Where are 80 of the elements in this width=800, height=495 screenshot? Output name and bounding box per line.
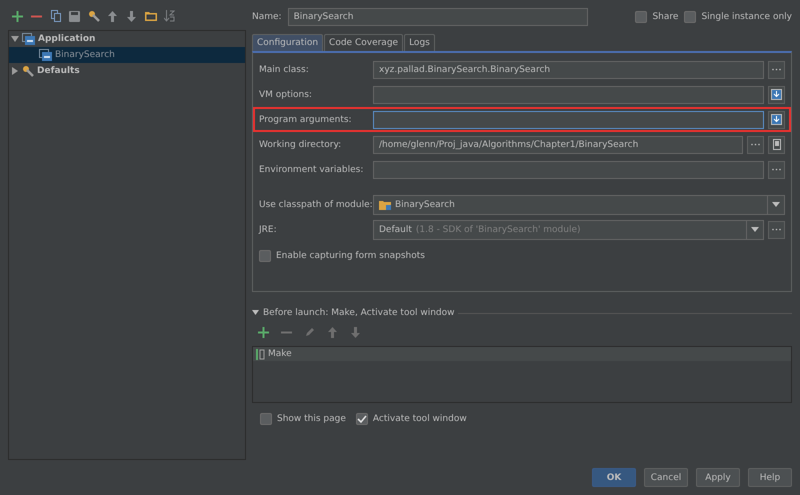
- field-label: Working directory:: [259, 140, 342, 150]
- pencil-icon: [304, 327, 314, 337]
- text-field[interactable]: /home/glenn/Proj_java/Algorithms/Chapter1/BinarySearch: [373, 136, 743, 154]
- collapsed-arrow-icon[interactable]: [11, 67, 19, 75]
- module-folder-icon: [379, 200, 391, 210]
- ellipsis-icon: [772, 228, 781, 231]
- tree-item[interactable]: BinarySearch: [9, 47, 245, 63]
- text-field[interactable]: [373, 110, 764, 128]
- text-field[interactable]: [373, 160, 764, 178]
- arrow-up-icon: [108, 10, 117, 22]
- wrench-icon: [88, 10, 100, 22]
- field-label: Program arguments:: [259, 114, 353, 124]
- ok-button[interactable]: OK: [592, 468, 636, 487]
- document-icon: [772, 139, 780, 150]
- browse-button[interactable]: [768, 220, 785, 238]
- name-field[interactable]: BinarySearch: [288, 8, 588, 26]
- copy-icon: [50, 10, 60, 22]
- name-label: Name:: [252, 12, 282, 22]
- insert-icon: [771, 89, 782, 100]
- copy-button[interactable]: [48, 8, 63, 24]
- sort-button[interactable]: [162, 8, 177, 24]
- save-button[interactable]: [67, 8, 82, 24]
- add-button[interactable]: [10, 8, 25, 24]
- arrow-down-icon: [351, 326, 360, 338]
- add-icon: [258, 326, 269, 338]
- section-title: Before launch: Make, Activate tool window: [263, 308, 454, 318]
- field-label: Use classpath of module:: [259, 200, 373, 210]
- apply-button[interactable]: Apply: [696, 468, 740, 487]
- sort-icon: [164, 10, 175, 22]
- up-button[interactable]: [105, 8, 120, 24]
- browse-button[interactable]: [768, 160, 785, 178]
- tab[interactable]: Logs: [404, 34, 435, 51]
- remove-icon: [281, 330, 292, 334]
- text-field[interactable]: xyz.pallad.BinarySearch.BinarySearch: [373, 60, 764, 78]
- window-icon: [22, 33, 35, 45]
- checkbox[interactable]: Single instance only: [684, 11, 792, 23]
- expand-button[interactable]: [768, 110, 785, 128]
- checkbox[interactable]: Share: [635, 11, 678, 23]
- arrow-up-icon: [328, 326, 337, 338]
- ellipsis-icon: [772, 68, 781, 71]
- tab[interactable]: Configuration: [252, 34, 324, 51]
- arrow-down-icon: [127, 10, 136, 22]
- jre-dropdown[interactable]: Default (1.8 - SDK of 'BinarySearch' module): [373, 220, 764, 240]
- tree-item[interactable]: Defaults: [9, 63, 245, 79]
- expanded-arrow-icon[interactable]: [11, 35, 19, 43]
- checkmark-icon: [356, 414, 367, 424]
- expanded-arrow-icon[interactable]: [252, 310, 259, 316]
- save-icon: [69, 10, 80, 22]
- list-item[interactable]: Make: [253, 347, 791, 361]
- wrench-button[interactable]: [86, 8, 101, 24]
- build-icon: [255, 348, 265, 360]
- field-label: JRE:: [259, 224, 278, 234]
- add-button[interactable]: [256, 324, 271, 340]
- field-label: Main class:: [259, 64, 310, 74]
- down-button[interactable]: [124, 8, 139, 24]
- tab[interactable]: Code Coverage: [324, 34, 404, 51]
- tree-item[interactable]: Application: [9, 31, 245, 47]
- checkbox[interactable]: Activate tool window: [356, 413, 467, 425]
- browse-button[interactable]: [747, 136, 764, 154]
- module-dropdown[interactable]: BinarySearch: [373, 194, 785, 214]
- ellipsis-icon: [772, 168, 781, 171]
- field-label: Environment variables:: [259, 164, 364, 174]
- wrench-icon: [22, 65, 34, 77]
- folder-icon: [144, 11, 156, 21]
- remove-icon: [31, 14, 42, 18]
- macro-button[interactable]: [768, 136, 785, 154]
- expand-button[interactable]: [768, 86, 785, 104]
- dropdown-arrow-icon: [772, 202, 780, 207]
- text-field[interactable]: [373, 86, 764, 104]
- add-icon: [12, 10, 23, 22]
- checkbox[interactable]: Show this page: [260, 413, 346, 425]
- field-label: VM options:: [259, 90, 313, 100]
- cancel-button[interactable]: Cancel: [644, 468, 688, 487]
- window-icon: [39, 49, 52, 61]
- browse-button[interactable]: [768, 60, 785, 78]
- checkbox[interactable]: Enable capturing form snapshots: [259, 250, 785, 262]
- help-button[interactable]: Help: [748, 468, 792, 487]
- insert-icon: [771, 114, 782, 125]
- ellipsis-icon: [751, 143, 760, 146]
- dropdown-arrow-icon: [751, 227, 759, 232]
